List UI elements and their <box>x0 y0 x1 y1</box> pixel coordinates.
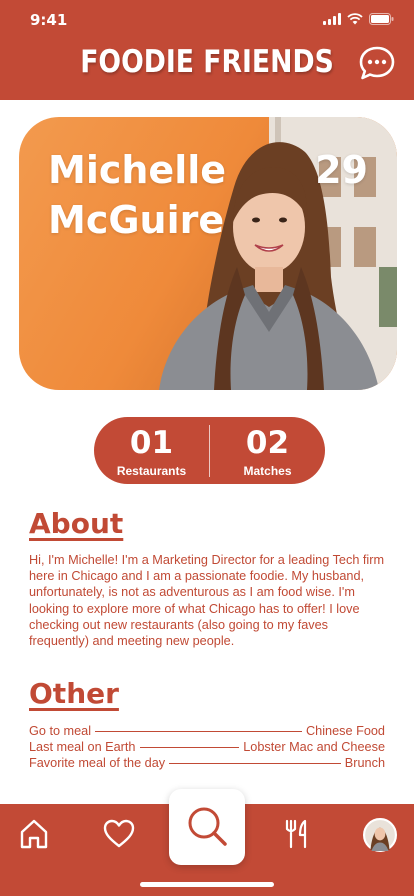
heart-icon[interactable] <box>102 817 136 851</box>
leader-line <box>95 730 302 732</box>
other-heading: Other <box>29 677 119 710</box>
app-title: FOODIE FRIENDS <box>80 44 334 80</box>
status-bar: 9:41 <box>0 0 414 40</box>
home-icon[interactable] <box>17 817 51 851</box>
search-icon <box>188 807 227 846</box>
list-item: Favorite meal of the day Brunch <box>29 755 385 771</box>
stat-matches[interactable]: 02 Matches <box>210 417 325 484</box>
signal-icon <box>323 13 341 25</box>
other-value: Lobster Mac and Cheese <box>243 740 385 754</box>
stat-restaurants-value: 01 <box>129 425 174 461</box>
stats-pill: 01 Restaurants 02 Matches <box>94 417 325 484</box>
other-label: Go to meal <box>29 724 92 738</box>
other-label: Favorite meal of the day <box>29 756 166 770</box>
profile-last-name: McGuire <box>48 198 225 242</box>
status-icons <box>323 13 394 25</box>
other-label: Last meal on Earth <box>29 740 136 754</box>
other-value: Chinese Food <box>306 724 385 738</box>
chat-bubble-icon[interactable] <box>359 46 395 80</box>
fork-knife-icon[interactable] <box>280 817 314 851</box>
about-heading: About <box>29 507 124 540</box>
stat-matches-label: Matches <box>243 464 292 478</box>
search-button[interactable] <box>169 789 245 865</box>
home-indicator <box>140 882 274 887</box>
list-item: Go to meal Chinese Food <box>29 723 385 739</box>
status-time: 9:41 <box>30 11 68 29</box>
stat-restaurants-label: Restaurants <box>116 464 187 478</box>
stat-matches-value: 02 <box>245 425 290 461</box>
profile-first-name: Michelle <box>48 148 227 192</box>
battery-icon <box>369 13 394 25</box>
profile-age: 29 <box>315 148 368 192</box>
wifi-icon <box>347 13 363 25</box>
leader-line <box>139 746 240 748</box>
about-text: Hi, I'm Michelle! I'm a Marketing Direct… <box>29 553 385 649</box>
profile-avatar[interactable] <box>363 818 397 852</box>
stat-restaurants[interactable]: 01 Restaurants <box>94 417 209 484</box>
profile-card[interactable]: Michelle McGuire 29 <box>19 117 397 390</box>
leader-line <box>169 762 341 764</box>
list-item: Last meal on Earth Lobster Mac and Chees… <box>29 739 385 755</box>
other-list: Go to meal Chinese Food Last meal on Ear… <box>29 723 385 771</box>
other-value: Brunch <box>344 756 385 770</box>
